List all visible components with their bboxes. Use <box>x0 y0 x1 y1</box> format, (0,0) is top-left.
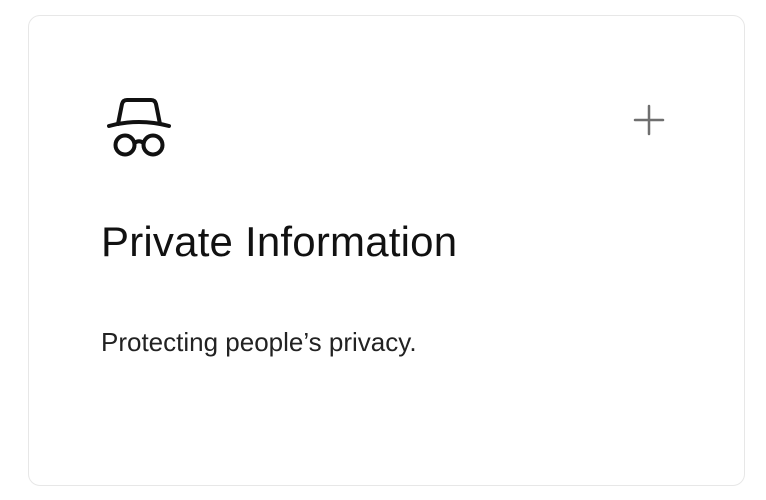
card-description: Protecting people’s privacy. <box>101 327 417 357</box>
incognito-icon <box>105 96 173 160</box>
private-information-card[interactable]: Private Information Protecting people’s … <box>28 15 745 486</box>
plus-icon <box>627 98 671 142</box>
expand-button[interactable] <box>627 98 671 142</box>
card-title: Private Information <box>101 218 458 265</box>
